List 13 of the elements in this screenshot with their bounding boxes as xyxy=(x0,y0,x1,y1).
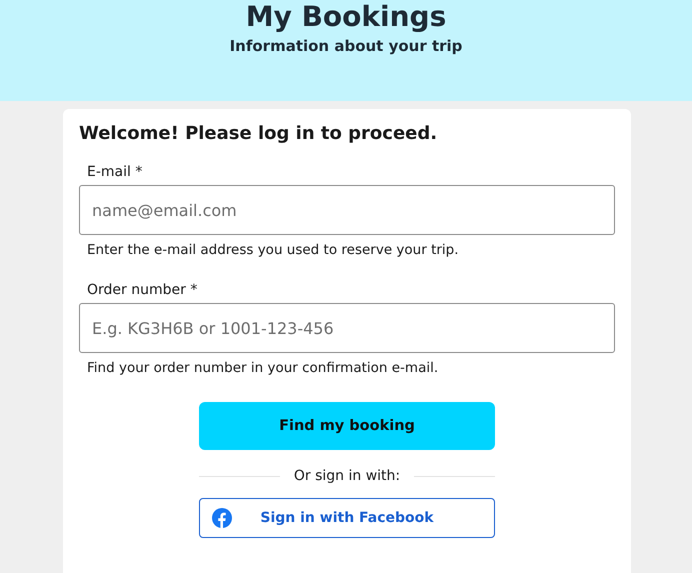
page-title: My Bookings xyxy=(244,0,448,34)
input-field[interactable]: name@email.com xyxy=(79,185,615,235)
field-label: Order number * xyxy=(87,282,198,298)
input-field[interactable]: E.g. KG3H6B or 1001-123-456 xyxy=(79,303,615,353)
field-hint: Find your order number in your confirmation e-mail. xyxy=(87,360,440,376)
facebook-icon xyxy=(212,508,232,528)
page-subtitle: Information about your trip xyxy=(228,37,464,55)
card-heading: Welcome! Please log in to proceed. xyxy=(79,123,438,144)
facebook-sign-in-button[interactable]: Sign in with Facebook xyxy=(199,498,495,538)
divider-text: Or sign in with: xyxy=(294,468,400,484)
field-hint: Enter the e-mail address you used to reserve your trip. xyxy=(87,242,460,258)
field-label: E-mail * xyxy=(87,164,144,180)
find-booking-button[interactable]: Find my booking xyxy=(199,402,495,450)
